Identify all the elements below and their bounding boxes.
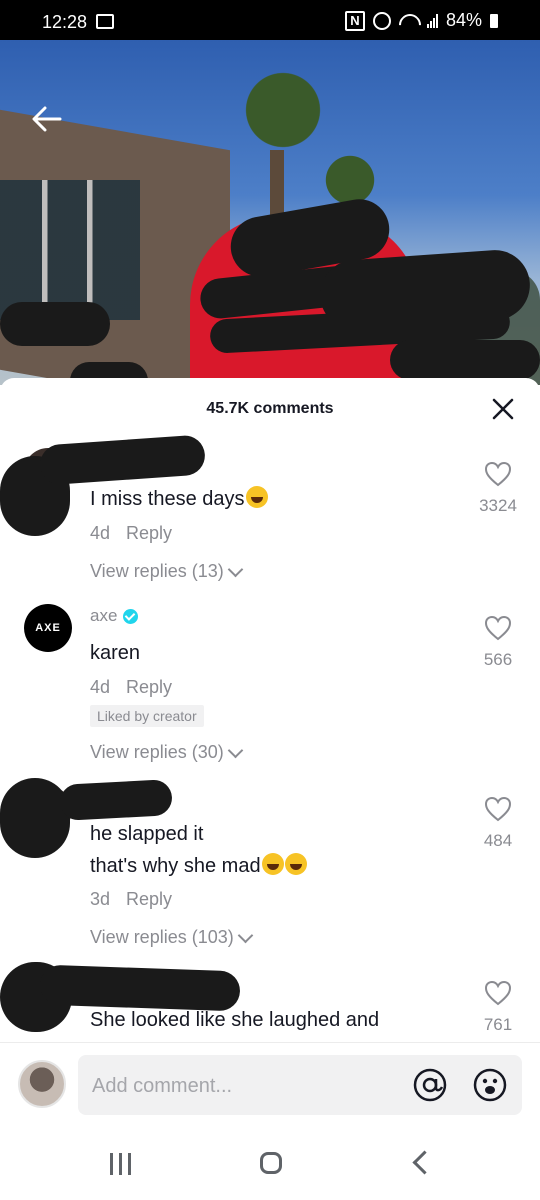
grinning-sweat-emoji-icon — [261, 853, 284, 875]
chevron-down-icon — [227, 561, 244, 578]
avatar[interactable]: AXE — [24, 604, 72, 652]
like-button[interactable]: 3324 — [478, 461, 518, 516]
battery-percent: 84% — [445, 10, 482, 30]
my-avatar[interactable] — [18, 1060, 66, 1108]
status-icons: N 84% — [344, 10, 498, 31]
back-icon[interactable] — [412, 1150, 437, 1175]
like-count: 566 — [483, 650, 513, 669]
redaction-mark — [390, 340, 540, 380]
signal-icon — [426, 13, 438, 28]
status-time: 12:28 — [42, 12, 88, 32]
comment-age: 3d — [90, 889, 111, 909]
close-icon[interactable] — [490, 396, 516, 422]
redaction-mark — [38, 434, 207, 486]
comment-meta: 4d Reply — [90, 523, 172, 544]
comment-input[interactable] — [90, 1070, 394, 1102]
verified-check-icon — [123, 608, 139, 624]
alarm-icon — [372, 11, 391, 30]
redaction-mark — [0, 302, 110, 346]
comment-item: AXE axe karen 4d Reply Liked by creator … — [0, 604, 540, 774]
comment-text: She looked like she laughed and — [90, 1009, 380, 1031]
video-player[interactable] — [0, 40, 540, 385]
view-replies-button[interactable]: View replies (30) — [90, 742, 244, 763]
heart-outline-icon — [484, 461, 512, 487]
view-replies-button[interactable]: View replies (13) — [90, 561, 244, 582]
reply-button[interactable]: Reply — [126, 677, 172, 698]
wifi-icon — [399, 14, 419, 28]
heart-outline-icon — [484, 980, 512, 1006]
comments-header: 45.7K comments — [0, 378, 540, 440]
comment-box[interactable] — [78, 1055, 522, 1115]
recent-apps-icon[interactable] — [110, 1153, 134, 1175]
comment-item: he slapped it that's why she mad 3d Repl… — [0, 778, 540, 961]
video-windows — [0, 180, 140, 320]
grinning-emoji-icon — [245, 486, 268, 508]
comment-meta: 3d Reply — [90, 889, 172, 910]
comment-item: I miss these days 4d Reply View replies … — [0, 434, 540, 598]
comment-item: She looked like she laughed and 761 — [0, 962, 540, 1040]
system-nav-bar — [0, 1130, 540, 1200]
comment-meta: 4d Reply — [90, 677, 172, 698]
comment-text: I miss these days — [90, 483, 268, 515]
reply-button[interactable]: Reply — [126, 523, 172, 544]
comment-username[interactable]: axe — [90, 606, 139, 626]
comment-age: 4d — [90, 677, 111, 697]
grinning-sweat-emoji-icon — [284, 853, 307, 875]
view-replies-button[interactable]: View replies (103) — [90, 927, 254, 948]
comment-age: 4d — [90, 523, 111, 543]
reply-button[interactable]: Reply — [126, 889, 172, 910]
like-button[interactable]: 761 — [478, 980, 518, 1035]
comment-text: karen — [90, 642, 141, 664]
status-bar: 12:28 N 84% — [0, 0, 540, 40]
chevron-down-icon — [227, 742, 244, 759]
nfc-icon: N — [344, 10, 365, 31]
redaction-mark — [0, 778, 70, 858]
comment-text: he slapped it that's why she mad — [90, 818, 307, 882]
like-count: 761 — [483, 1015, 513, 1034]
liked-by-creator-badge: Liked by creator — [90, 705, 204, 727]
heart-outline-icon — [484, 615, 512, 641]
battery-icon — [490, 13, 498, 28]
like-button[interactable]: 566 — [478, 615, 518, 670]
home-icon[interactable] — [260, 1152, 282, 1174]
at-sign-icon[interactable] — [412, 1067, 448, 1103]
chevron-down-icon — [237, 927, 254, 944]
like-count: 3324 — [479, 496, 517, 515]
comments-count-title: 45.7K comments — [206, 400, 334, 417]
smiley-icon[interactable] — [472, 1067, 508, 1103]
heart-outline-icon — [484, 796, 512, 822]
redaction-mark — [59, 779, 173, 821]
arrow-left-icon[interactable] — [30, 102, 64, 136]
like-button[interactable]: 484 — [478, 796, 518, 851]
gallery-notification-icon — [96, 14, 114, 29]
like-count: 484 — [483, 831, 513, 850]
